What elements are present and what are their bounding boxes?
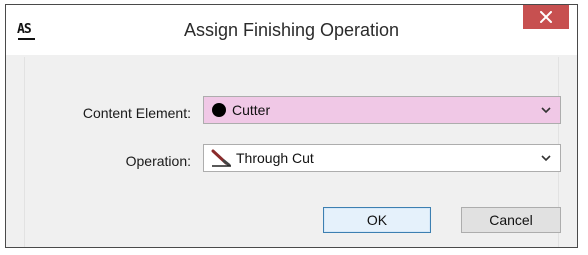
content-element-dropdown[interactable]: Cutter xyxy=(203,96,561,124)
content-element-label: Content Element: xyxy=(82,105,191,121)
dialog-window: AS Assign Finishing Operation Content El… xyxy=(5,4,578,248)
content-element-value: Cutter xyxy=(232,102,271,118)
operation-value: Through Cut xyxy=(236,150,314,166)
operation-dropdown[interactable]: Through Cut xyxy=(203,144,561,172)
title-bar[interactable]: AS Assign Finishing Operation xyxy=(6,5,577,55)
close-icon xyxy=(540,11,552,23)
ok-button[interactable]: OK xyxy=(323,207,431,233)
cancel-button[interactable]: Cancel xyxy=(461,207,561,233)
knife-cut-icon xyxy=(211,149,231,167)
black-dot-icon xyxy=(212,103,226,117)
chevron-down-icon xyxy=(541,155,551,162)
dialog-body: Content Element: Cutter Operation: Throu… xyxy=(24,57,561,247)
window-title: Assign Finishing Operation xyxy=(183,20,400,40)
close-button[interactable] xyxy=(523,5,569,29)
chevron-down-icon xyxy=(541,107,551,114)
operation-label: Operation: xyxy=(125,153,191,169)
